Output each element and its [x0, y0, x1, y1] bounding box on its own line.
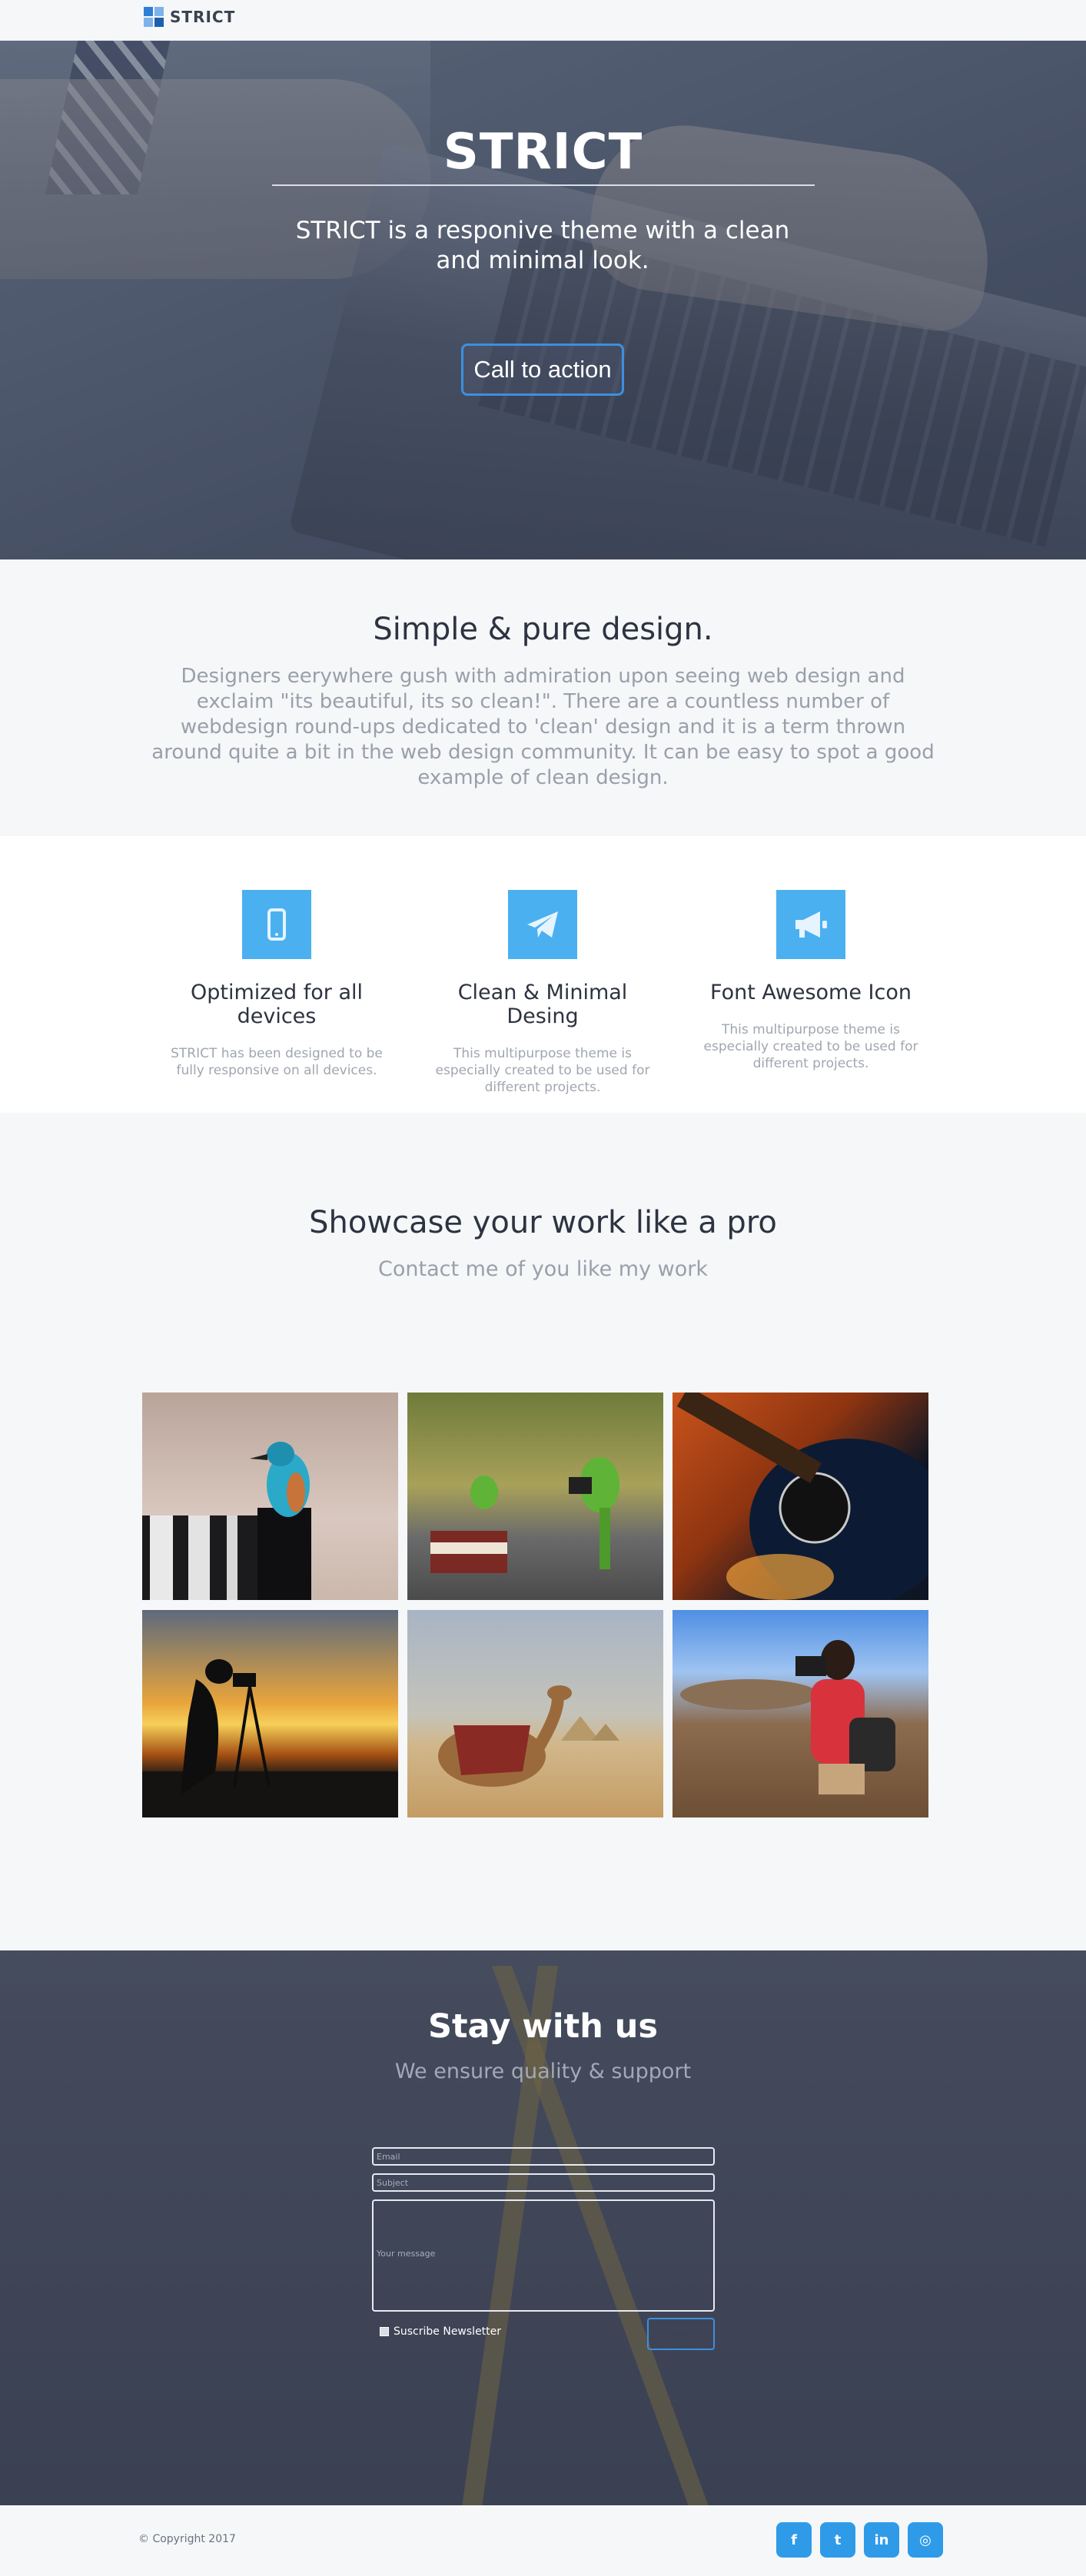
facebook-icon[interactable]: f [776, 2522, 812, 2558]
checkbox-icon[interactable] [380, 2327, 389, 2336]
feature-title: Optimized for all devices [190, 981, 364, 1028]
contact-subtitle: We ensure quality & support [394, 2060, 692, 2083]
send-button[interactable]: Send [647, 2318, 715, 2350]
newsletter-label: Suscribe Newsletter [394, 2325, 502, 2338]
linkedin-icon[interactable]: in [864, 2522, 899, 2558]
call-to-action-button[interactable]: Call to action [461, 344, 624, 396]
portfolio-image[interactable] [407, 1393, 663, 1600]
feature-text: This multipurpose theme is especially cr… [703, 1022, 918, 1071]
showcase-title: Showcase your work like a pro [309, 1205, 777, 1240]
portfolio-image[interactable] [673, 1610, 928, 1817]
feature-title: Clean & Minimal Desing [457, 981, 628, 1028]
portfolio-grid [142, 1393, 929, 1821]
newsletter-checkbox[interactable]: Suscribe Newsletter [380, 2325, 501, 2338]
instagram-icon[interactable]: ◎ [908, 2522, 943, 2558]
portfolio-image[interactable] [673, 1393, 928, 1600]
portfolio-image[interactable] [142, 1393, 398, 1600]
top-navbar: STRICT [0, 0, 1086, 41]
hero-section: STRICT STRICT is a responive theme with … [0, 41, 1086, 559]
email-field[interactable] [372, 2147, 715, 2166]
logo-mark-icon [144, 7, 164, 27]
feature-text: This multipurpose theme is especially cr… [435, 1046, 650, 1095]
logo-text: STRICT [170, 8, 236, 26]
feature-card: Optimized for all devices STRICT has bee… [154, 890, 400, 1079]
feature-text: STRICT has been designed to be fully res… [171, 1046, 383, 1078]
mobile-icon [242, 890, 311, 959]
message-field[interactable] [372, 2199, 715, 2312]
feature-card: Clean & Minimal Desing This multipurpose… [420, 890, 666, 1096]
hero-subtitle: STRICT is a responive theme with a clean… [295, 217, 790, 274]
logo[interactable]: STRICT [144, 7, 235, 27]
subject-field[interactable] [372, 2173, 715, 2192]
portfolio-image[interactable] [142, 1610, 398, 1817]
features-section: Optimized for all devices STRICT has bee… [0, 836, 1086, 1113]
showcase-section: Showcase your work like a pro Contact me… [0, 1113, 1086, 1950]
bullhorn-icon [776, 890, 845, 959]
contact-title: Stay with us [427, 2007, 659, 2046]
hero-divider [272, 184, 815, 186]
paper-plane-icon [508, 890, 577, 959]
hero-title: STRICT [443, 124, 643, 181]
showcase-subtitle: Contact me of you like my work [378, 1257, 708, 1281]
intro-title: Simple & pure design. [373, 612, 713, 647]
feature-title: Font Awesome Icon [710, 981, 912, 1004]
intro-text: Designers eerywhere gush with admiration… [151, 665, 935, 789]
copyright-text: © Copyright 2017 [138, 2533, 236, 2545]
intro-section: Simple & pure design. Designers eerywher… [0, 559, 1086, 836]
hero-overlay [0, 41, 1086, 559]
feature-card: Font Awesome Icon This multipurpose them… [688, 890, 934, 1072]
footer: © Copyright 2017 f t in ◎ [0, 2505, 1086, 2576]
portfolio-image[interactable] [407, 1610, 663, 1817]
twitter-icon[interactable]: t [820, 2522, 855, 2558]
contact-section: Stay with us We ensure quality & support… [0, 1950, 1086, 2505]
